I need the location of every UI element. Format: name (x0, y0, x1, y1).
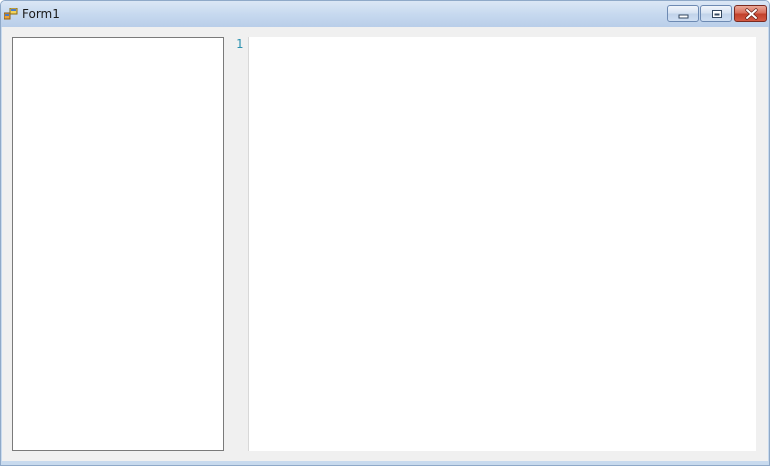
close-icon (745, 8, 758, 20)
title-bar[interactable]: Form1 (1, 1, 769, 27)
line-number-gutter: 1 (230, 37, 249, 451)
maximize-button[interactable] (700, 5, 732, 22)
window-bottom-border[interactable] (1, 461, 769, 465)
line-number: 1 (236, 37, 244, 51)
minimize-button[interactable] (667, 5, 699, 22)
close-button[interactable] (734, 5, 767, 22)
application-window: Form1 1 (0, 0, 770, 466)
windows-form-icon (4, 8, 18, 20)
window-title: Form1 (22, 7, 60, 21)
file-listbox[interactable] (12, 37, 224, 451)
code-editor[interactable]: 1 (230, 37, 756, 451)
editor-text-area[interactable] (250, 37, 756, 451)
restore-icon (712, 10, 722, 18)
minimize-icon (678, 14, 689, 19)
form-client-area: 1 (2, 27, 768, 461)
